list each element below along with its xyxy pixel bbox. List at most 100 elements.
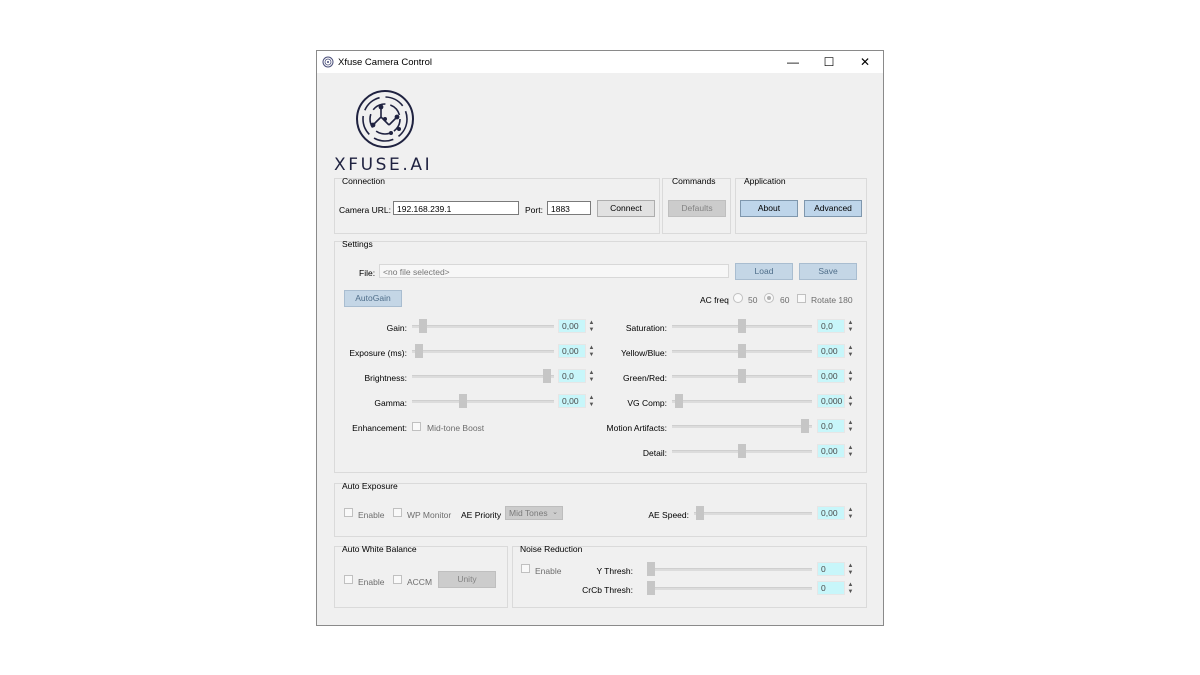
spin-arrows-icon[interactable]: ▲ ▼ [846, 582, 855, 596]
yellow-blue-value: 0,00 [821, 346, 838, 356]
auto-exposure-label: Auto Exposure [342, 481, 398, 491]
vg-comp-spinbox[interactable]: 0,000 ▲ ▼ [817, 394, 855, 409]
brightness-spinbox[interactable]: 0,0 ▲ ▼ [558, 369, 596, 384]
ae-speed-value: 0,00 [821, 508, 838, 518]
app-icon [322, 56, 334, 70]
brightness-slider-track[interactable] [412, 375, 554, 378]
saturation-label: Saturation: [625, 323, 667, 333]
connect-button[interactable]: Connect [597, 200, 655, 217]
ac-freq-60-radio[interactable] [764, 293, 774, 303]
port-input[interactable]: 1883 [547, 201, 591, 215]
ae-speed-spinbox[interactable]: 0,00 ▲ ▼ [817, 506, 855, 521]
connection-label: Connection [342, 176, 386, 186]
spin-arrows-icon[interactable]: ▲ ▼ [846, 320, 855, 334]
gain-spinbox[interactable]: 0,00 ▲ ▼ [558, 319, 596, 334]
vg-comp-value: 0,000 [821, 396, 843, 406]
noise-reduction-group [512, 546, 867, 608]
ae-speed-slider-track[interactable] [694, 512, 812, 515]
gamma-value: 0,00 [562, 396, 579, 406]
defaults-button[interactable]: Defaults [668, 200, 726, 217]
detail-slider-handle[interactable] [738, 444, 746, 458]
enhancement-label: Enhancement: [352, 423, 407, 433]
ac-freq-50-radio[interactable] [733, 293, 743, 303]
crcb-thresh-spinbox[interactable]: 0 ▲ ▼ [817, 581, 855, 596]
exposure-ms-slider-track[interactable] [412, 350, 554, 353]
green-red-label: Green/Red: [623, 373, 667, 383]
ae-priority-select[interactable]: Mid Tones ⌄ [505, 506, 563, 520]
gamma-spinbox[interactable]: 0,00 ▲ ▼ [558, 394, 596, 409]
gamma-slider-track[interactable] [412, 400, 554, 403]
unity-button[interactable]: Unity [438, 571, 496, 588]
spin-arrows-icon[interactable]: ▲ ▼ [846, 395, 855, 409]
vg-comp-slider-track[interactable] [672, 400, 812, 403]
port-label: Port: [525, 205, 543, 215]
crcb-thresh-slider-track[interactable] [647, 587, 812, 590]
advanced-button[interactable]: Advanced [804, 200, 862, 217]
detail-spinbox[interactable]: 0,00 ▲ ▼ [817, 444, 855, 459]
wp-monitor-checkbox[interactable] [393, 508, 402, 517]
yellow-blue-slider-handle[interactable] [738, 344, 746, 358]
ae-priority-label: AE Priority [461, 510, 502, 520]
save-button[interactable]: Save [799, 263, 857, 280]
gain-slider-handle[interactable] [418, 319, 427, 333]
exposure-ms-spinbox[interactable]: 0,00 ▲ ▼ [558, 344, 596, 359]
close-button[interactable]: ✕ [847, 51, 883, 73]
spin-arrows-icon[interactable]: ▲ ▼ [846, 370, 855, 384]
ae-speed-label: AE Speed: [648, 510, 689, 520]
minimize-button[interactable]: — [775, 51, 811, 73]
motion-artifacts-slider-handle[interactable] [801, 419, 810, 433]
vg-comp-label: VG Comp: [627, 398, 667, 408]
motion-artifacts-slider-track[interactable] [672, 425, 812, 428]
gamma-slider-handle[interactable] [458, 394, 467, 408]
autogain-button[interactable]: AutoGain [344, 290, 402, 307]
application-label: Application [744, 176, 786, 186]
motion-artifacts-value: 0,0 [821, 421, 833, 431]
detail-label: Detail: [642, 448, 667, 458]
saturation-slider-handle[interactable] [738, 319, 746, 333]
camera-url-input[interactable]: 192.168.239.1 [393, 201, 519, 215]
y-thresh-slider-track[interactable] [647, 568, 812, 571]
y-thresh-spinbox[interactable]: 0 ▲ ▼ [817, 562, 855, 577]
y-thresh-slider-handle[interactable] [647, 562, 655, 576]
about-button[interactable]: About [740, 200, 798, 217]
spin-arrows-icon[interactable]: ▲ ▼ [846, 345, 855, 359]
commands-label: Commands [672, 176, 716, 186]
ac-freq-50-label: 50 [748, 295, 758, 305]
saturation-spinbox[interactable]: 0,0 ▲ ▼ [817, 319, 855, 334]
rotate-180-label: Rotate 180 [811, 295, 853, 305]
spin-arrows-icon[interactable]: ▲ ▼ [846, 507, 855, 521]
green-red-slider-handle[interactable] [738, 369, 746, 383]
nr-enable-label: Enable [535, 566, 562, 576]
noise-reduction-label: Noise Reduction [520, 544, 583, 554]
vg-comp-slider-handle[interactable] [674, 394, 683, 408]
crcb-thresh-slider-handle[interactable] [647, 581, 655, 595]
file-path-input[interactable]: <no file selected> [379, 264, 729, 278]
crcb-thresh-label: CrCb Thresh: [582, 585, 633, 595]
maximize-button[interactable]: ☐ [811, 51, 847, 73]
green-red-spinbox[interactable]: 0,00 ▲ ▼ [817, 369, 855, 384]
gain-slider-track[interactable] [412, 325, 554, 328]
spin-arrows-icon[interactable]: ▲ ▼ [846, 563, 855, 577]
awb-enable-checkbox[interactable] [344, 575, 353, 584]
midtone-boost-checkbox[interactable] [412, 422, 421, 431]
settings-label: Settings [342, 239, 373, 249]
exposure-ms-label: Exposure (ms): [349, 348, 407, 358]
rotate-180-checkbox[interactable] [797, 294, 806, 303]
spin-arrows-icon[interactable]: ▲ ▼ [846, 445, 855, 459]
yellow-blue-spinbox[interactable]: 0,00 ▲ ▼ [817, 344, 855, 359]
load-button[interactable]: Load [735, 263, 793, 280]
gain-value: 0,00 [562, 321, 579, 331]
brightness-slider-handle[interactable] [543, 369, 552, 383]
logo-icon [356, 90, 414, 148]
yellow-blue-label: Yellow/Blue: [621, 348, 667, 358]
window-title: Xfuse Camera Control [338, 57, 432, 68]
spin-arrows-icon[interactable]: ▲ ▼ [846, 420, 855, 434]
accm-checkbox[interactable] [393, 575, 402, 584]
ae-enable-checkbox[interactable] [344, 508, 353, 517]
nr-enable-checkbox[interactable] [521, 564, 530, 573]
motion-artifacts-spinbox[interactable]: 0,0 ▲ ▼ [817, 419, 855, 434]
ae-speed-slider-handle[interactable] [696, 506, 705, 520]
ae-enable-label: Enable [358, 510, 385, 520]
title-bar[interactable]: Xfuse Camera Control — ☐ ✕ [317, 51, 883, 73]
exposure-ms-slider-handle[interactable] [414, 344, 423, 358]
